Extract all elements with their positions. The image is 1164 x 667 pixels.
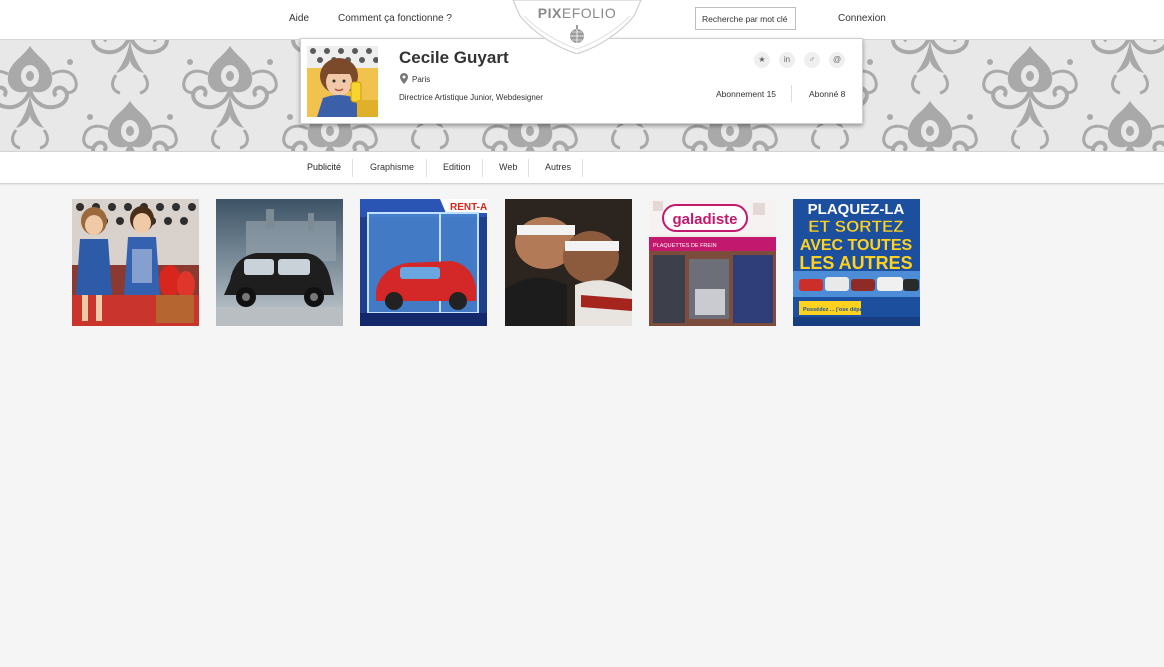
tab-web[interactable]: Web bbox=[499, 162, 517, 172]
svg-text:galadiste: galadiste bbox=[672, 211, 737, 228]
tab-divider bbox=[352, 159, 353, 177]
stats-divider bbox=[791, 85, 792, 102]
thumbnail-image bbox=[216, 199, 343, 326]
tab-divider bbox=[482, 159, 483, 177]
avatar-image bbox=[307, 46, 378, 117]
at-icon[interactable]: @ bbox=[829, 52, 845, 68]
portfolio-thumbnail[interactable]: PLAQUEZ-LA ET SORTEZ AVEC TOUTES LES AUT… bbox=[793, 199, 920, 326]
tab-divider bbox=[528, 159, 529, 177]
search-input[interactable] bbox=[695, 7, 796, 30]
thumbnail-image: PLAQUEZ-LA ET SORTEZ AVEC TOUTES LES AUT… bbox=[793, 199, 920, 326]
tab-divider bbox=[582, 159, 583, 177]
profile-name: Cecile Guyart bbox=[399, 48, 509, 67]
thumbnail-image: galadiste PLAQUETTES DE FREIN bbox=[649, 199, 776, 326]
svg-text:PLAQUEZ-LA: PLAQUEZ-LA bbox=[808, 201, 905, 218]
thumbnail-image bbox=[72, 199, 199, 326]
portfolio-thumbnail[interactable]: galadiste PLAQUETTES DE FREIN bbox=[649, 199, 776, 326]
brand-name: PIXEFOLIO bbox=[537, 5, 617, 21]
linkedin-icon[interactable]: in bbox=[779, 52, 795, 68]
tab-graphisme[interactable]: Graphisme bbox=[370, 162, 414, 172]
tab-divider bbox=[426, 159, 427, 177]
how-it-works-link[interactable]: Comment ça fonctionne ? bbox=[338, 13, 452, 24]
category-tabs: Publicité Graphisme Edition Web Autres bbox=[0, 151, 1164, 184]
avatar[interactable] bbox=[307, 46, 378, 117]
svg-text:PLAQUETTES DE FREIN: PLAQUETTES DE FREIN bbox=[653, 243, 717, 249]
followers-count[interactable]: Abonné 8 bbox=[809, 89, 845, 99]
thumbnail-image: RENT-A bbox=[360, 199, 487, 326]
portfolio-thumbnail[interactable]: RENT-A bbox=[360, 199, 487, 326]
star-icon[interactable]: ★ bbox=[754, 52, 770, 68]
thumbnail-image bbox=[505, 199, 632, 326]
login-link[interactable]: Connexion bbox=[838, 13, 886, 24]
svg-text:ET SORTEZ: ET SORTEZ bbox=[808, 217, 903, 236]
help-link[interactable]: Aide bbox=[289, 13, 309, 24]
tab-autres[interactable]: Autres bbox=[545, 162, 571, 172]
profile-role: Directrice Artistique Junior, Webdesigne… bbox=[399, 93, 543, 102]
portfolio-thumbnail[interactable] bbox=[72, 199, 199, 326]
following-count[interactable]: Abonnement 15 bbox=[716, 89, 776, 99]
pixefolio-logo[interactable]: PIXEFOLIO bbox=[510, 0, 644, 54]
svg-text:Possédez ... j'ose dépassé !: Possédez ... j'ose dépassé ! bbox=[803, 307, 875, 313]
profile-city: Paris bbox=[412, 75, 431, 84]
location-pin-icon bbox=[400, 73, 408, 84]
svg-text:RENT-A: RENT-A bbox=[450, 202, 487, 213]
portfolio-thumbnail[interactable] bbox=[505, 199, 632, 326]
male-icon[interactable]: ♂ bbox=[804, 52, 820, 68]
portfolio-thumbnail[interactable] bbox=[216, 199, 343, 326]
tab-publicite[interactable]: Publicité bbox=[307, 162, 341, 172]
svg-text:AVEC TOUTES: AVEC TOUTES bbox=[800, 237, 913, 254]
tab-edition[interactable]: Edition bbox=[443, 162, 471, 172]
svg-text:LES AUTRES: LES AUTRES bbox=[799, 253, 912, 273]
